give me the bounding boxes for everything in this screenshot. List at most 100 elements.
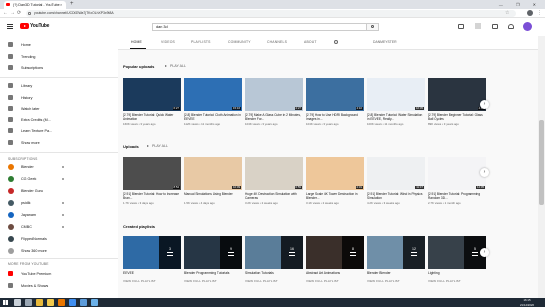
video-thumbnail[interactable]: 4:47 [428, 78, 486, 111]
sidebar-item-subscriptions[interactable]: Subscriptions [0, 62, 118, 74]
popular-uploads-title[interactable]: Popular uploads [123, 64, 154, 69]
user-avatar[interactable] [523, 22, 532, 31]
play-all-button[interactable]: PLAY ALL [152, 144, 168, 148]
sidebar-item-home[interactable]: Home [0, 39, 118, 51]
video-thumbnail[interactable]: 15:16 [184, 78, 242, 111]
sidebar-item-subscription[interactable]: Show 360 more [0, 245, 118, 257]
video-title[interactable]: [2.91] Blender Tutorial: How to Increase… [123, 192, 180, 200]
forward-button[interactable]: → [10, 9, 15, 18]
url-field[interactable]: youtube.com/channel/UCDfZIWa7jTKxOLhXP3x… [26, 10, 516, 17]
bell-icon[interactable] [508, 24, 514, 29]
playlist-title[interactable]: Blender Blender [367, 271, 391, 275]
youtube-logo-text[interactable]: YouTube [30, 22, 49, 30]
reload-button[interactable]: ⟳ [17, 9, 21, 18]
camera-plus-icon[interactable] [458, 24, 464, 29]
close-tab-icon[interactable]: × [60, 1, 62, 9]
back-button[interactable]: ← [3, 9, 8, 18]
sidebar-item-subscription[interactable]: CG Geek [0, 173, 118, 185]
chrome-icon[interactable] [36, 299, 43, 306]
video-thumbnail[interactable]: 14:05 [428, 157, 486, 190]
video-thumbnail[interactable]: 8:54 [123, 157, 181, 190]
video-title[interactable]: [2.79] Make A Glass Cube in 2 Minutes, B… [245, 113, 302, 121]
video-thumbnail[interactable]: 11:47 [367, 157, 425, 190]
next-arrow-button[interactable]: › [480, 248, 489, 257]
tab-channels[interactable]: CHANNELS [267, 40, 287, 44]
sidebar-item-subscription[interactable]: Jayanam [0, 209, 118, 221]
taskbar-clock[interactable]: 16:15 21/12/2020 [516, 298, 538, 307]
video-thumbnail[interactable]: 0:59 [245, 157, 303, 190]
playlist-thumbnail[interactable]: 8 [306, 236, 364, 269]
view-full-playlist-link[interactable]: VIEW FULL PLAYLIST [245, 279, 278, 283]
playlist-thumbnail[interactable]: 16 [245, 236, 303, 269]
browser-profile-avatar[interactable] [527, 10, 533, 16]
tab-community[interactable]: COMMUNITY [228, 40, 251, 44]
play-all-button[interactable]: PLAY ALL [170, 64, 186, 68]
bookmark-star-icon[interactable]: ☆ [505, 9, 509, 18]
video-thumbnail[interactable]: 16:05 [367, 78, 425, 111]
scrollbar-thumb[interactable] [539, 120, 544, 205]
sidebar-item-movies[interactable]: Movies & Shows [0, 280, 118, 292]
playlist-thumbnail[interactable]: 3 [123, 236, 181, 269]
video-title[interactable]: [2.79] Blender Tutorial: Quick Water Ani… [123, 113, 180, 121]
video-title[interactable]: [2.8] Blender Tutorial: Cloth Animation … [184, 113, 241, 121]
playlist-thumbnail[interactable]: 9 [184, 236, 242, 269]
tab-playlists[interactable]: PLAYLISTS [191, 40, 211, 44]
video-thumbnail[interactable]: 6:27 [123, 78, 181, 111]
view-full-playlist-link[interactable]: VIEW FULL PLAYLIST [184, 279, 217, 283]
video-thumbnail[interactable]: 2:31 [306, 157, 364, 190]
uploads-title[interactable]: Uploads [123, 144, 139, 149]
view-full-playlist-link[interactable]: VIEW FULL PLAYLIST [367, 279, 400, 283]
hamburger-menu-icon[interactable] [7, 24, 13, 29]
video-title[interactable]: [2.79] Blender Beginner Tutorial: Glass … [428, 113, 485, 121]
video-title[interactable]: [2.79] How to Use HDRI Background Images… [306, 113, 363, 121]
playlist-thumbnail[interactable]: 5 [428, 236, 486, 269]
file-explorer-icon[interactable] [47, 299, 54, 306]
playlist-thumbnail[interactable]: 12 [367, 236, 425, 269]
sidebar-item-subscription[interactable]: psidlk [0, 197, 118, 209]
browser-menu-icon[interactable]: ⋮ [537, 9, 542, 18]
sidebar-item-subscription[interactable]: Blender Guru [0, 185, 118, 197]
sidebar-item-youtube-premium[interactable]: YouTube Premium [0, 268, 118, 280]
video-title[interactable]: [2.91] Blender Tutorial: Programming Ran… [428, 192, 485, 200]
view-full-playlist-link[interactable]: VIEW FULL PLAYLIST [123, 279, 156, 283]
created-playlists-title[interactable]: Created playlists [123, 224, 155, 229]
photos-icon[interactable] [91, 299, 98, 306]
tab-home[interactable]: HOME [131, 40, 142, 44]
mail-icon[interactable] [80, 299, 87, 306]
video-title[interactable]: Manual Simulations Using Blender [184, 192, 241, 196]
video-title[interactable]: [2.8] Blender Tutorial: Water Simulation… [367, 113, 424, 121]
browser-tab[interactable]: (?) Dan3D Tutorial - YouTube [4, 1, 66, 9]
sidebar-item-subscription[interactable]: CMBC [0, 221, 118, 233]
task-view-icon[interactable] [25, 299, 32, 306]
view-full-playlist-link[interactable]: VIEW FULL PLAYLIST [428, 279, 461, 283]
next-arrow-button[interactable]: › [480, 100, 489, 109]
windows-start-icon[interactable] [3, 300, 8, 305]
sidebar-item-library[interactable]: Library [0, 80, 118, 92]
view-full-playlist-link[interactable]: VIEW FULL PLAYLIST [306, 279, 339, 283]
tab-about[interactable]: ABOUT [304, 40, 317, 44]
store-icon[interactable] [69, 299, 76, 306]
apps-grid-icon[interactable] [475, 23, 481, 29]
video-thumbnail[interactable]: 4:10 [306, 78, 364, 111]
sidebar-item-subscription[interactable]: Blender [0, 161, 118, 173]
sidebar-item-show-more[interactable]: Show more [0, 137, 118, 149]
playlist-title[interactable]: EEVEE [123, 271, 134, 275]
sidebar-item-playlist[interactable]: Learn Texture Pa... [0, 125, 118, 137]
search-taskbar-icon[interactable] [14, 299, 21, 306]
sidebar-item-subscription[interactable]: FlippedNormals [0, 233, 118, 245]
new-tab-button[interactable]: + [70, 1, 74, 8]
blender-icon[interactable] [58, 299, 65, 306]
video-thumbnail[interactable]: 10:09 [184, 157, 242, 190]
video-title[interactable]: [2.91] Blender Tutorial: Wind in Physics… [367, 192, 424, 200]
playlist-title[interactable]: Blender Programming Tutorials [184, 271, 229, 275]
window-controls[interactable]: — ❐ ✕ [499, 1, 542, 8]
playlist-title[interactable]: Abstract Art Animations [306, 271, 340, 275]
video-title[interactable]: Huge 4K Destruction Simulation with Came… [245, 192, 302, 200]
channel-search-icon[interactable] [334, 40, 338, 44]
playlist-title[interactable]: Simulation Tutorials [245, 271, 274, 275]
video-thumbnail[interactable]: 2:27 [245, 78, 303, 111]
search-input[interactable]: dan 3d [152, 23, 367, 31]
playlist-title[interactable]: Lighting [428, 271, 440, 275]
messages-icon[interactable] [492, 24, 498, 29]
tab-videos[interactable]: VIDEOS [161, 40, 175, 44]
